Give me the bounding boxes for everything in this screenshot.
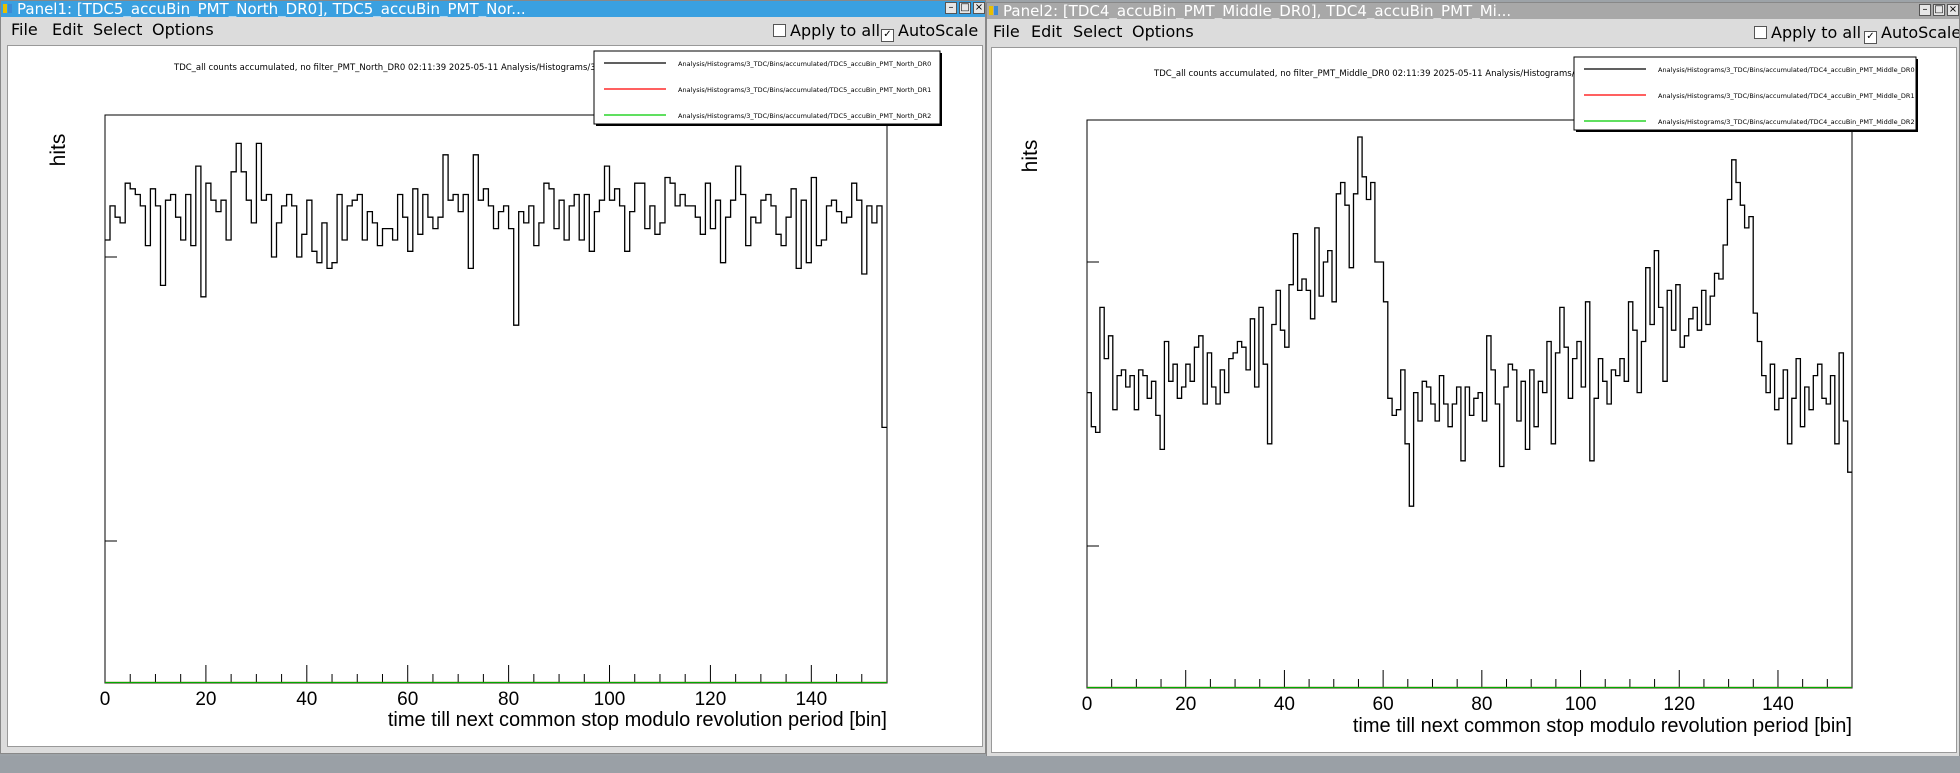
apply-to-all-checkbox[interactable]: Apply to all	[773, 21, 880, 40]
maximize-icon[interactable]: □	[1933, 4, 1945, 16]
close-icon[interactable]: ×	[1947, 4, 1959, 16]
histogram-canvas[interactable]: TDC_all counts accumulated, no filter_PM…	[991, 47, 1957, 753]
plot-header: TDC_all counts accumulated, no filter_PM…	[173, 63, 606, 73]
panel-2-title: Panel2: [TDC4_accuBin_PMT_Middle_DR0], T…	[1003, 3, 1512, 19]
x-tick-label: 60	[1373, 694, 1394, 715]
minimize-icon[interactable]: –	[945, 2, 957, 14]
x-tick-label: 80	[498, 689, 519, 710]
panel-2-window: Panel2: [TDC4_accuBin_PMT_Middle_DR0], T…	[986, 2, 1960, 758]
legend-label-dr0: Analysis/Histograms/3_TDC/Bins/accumulat…	[1658, 66, 1915, 74]
x-axis-label: time till next common stop modulo revolu…	[1353, 715, 1852, 737]
app-icon	[989, 6, 998, 15]
checkbox-checked-icon[interactable]: ✓	[1864, 31, 1877, 44]
x-tick-label: 100	[594, 689, 626, 710]
panel-2-titlebar[interactable]: Panel2: [TDC4_accuBin_PMT_Middle_DR0], T…	[987, 3, 1959, 19]
x-tick-label: 120	[695, 689, 727, 710]
menu-file[interactable]: File	[11, 20, 38, 39]
x-tick-label: 140	[1762, 694, 1794, 715]
autoscale-checkbox[interactable]: ✓ AutoScale	[881, 21, 978, 42]
x-tick-label: 0	[1082, 694, 1093, 715]
menu-options[interactable]: Options	[1132, 22, 1194, 41]
x-tick-label: 20	[1175, 694, 1196, 715]
histogram-plot[interactable]: TDC_all counts accumulated, no filter_PM…	[992, 48, 1958, 754]
x-tick-label: 40	[296, 689, 317, 710]
menu-edit[interactable]: Edit	[52, 20, 83, 39]
x-tick-label: 0	[100, 689, 111, 710]
maximize-icon[interactable]: □	[959, 2, 971, 14]
x-tick-label: 60	[397, 689, 418, 710]
plot-header: TDC_all counts accumulated, no filter_PM…	[1153, 69, 1590, 79]
histogram-series-dr0	[105, 142, 887, 429]
y-axis-label: hits	[47, 134, 70, 167]
panel-1-menubar: File Edit Select Options Apply to all ✓ A…	[1, 17, 985, 42]
app-icon	[3, 4, 12, 13]
histogram-series-dr0	[1087, 136, 1852, 507]
x-tick-label: 20	[195, 689, 216, 710]
checkbox-icon[interactable]	[773, 24, 786, 37]
histogram-plot[interactable]: TDC_all counts accumulated, no filter_PM…	[8, 46, 984, 748]
legend-label-dr1: Analysis/Histograms/3_TDC/Bins/accumulat…	[1658, 92, 1915, 100]
x-tick-label: 40	[1274, 694, 1295, 715]
menu-edit[interactable]: Edit	[1031, 22, 1062, 41]
apply-to-all-checkbox[interactable]: Apply to all	[1754, 23, 1861, 42]
panel-1-titlebar[interactable]: Panel1: [TDC5_accuBin_PMT_North_DR0], TD…	[1, 1, 985, 17]
close-icon[interactable]: ×	[973, 2, 985, 14]
x-tick-label: 140	[795, 689, 827, 710]
autoscale-label: AutoScale	[898, 21, 979, 40]
menu-select[interactable]: Select	[1073, 22, 1122, 41]
autoscale-checkbox[interactable]: ✓ AutoScale	[1864, 23, 1960, 44]
panel-1-title: Panel1: [TDC5_accuBin_PMT_North_DR0], TD…	[17, 1, 526, 17]
x-tick-label: 80	[1471, 694, 1492, 715]
panel-1-window: Panel1: [TDC5_accuBin_PMT_North_DR0], TD…	[0, 0, 986, 754]
checkbox-checked-icon[interactable]: ✓	[881, 29, 894, 42]
apply-to-all-label: Apply to all	[790, 21, 881, 40]
legend-label-dr2: Analysis/Histograms/3_TDC/Bins/accumulat…	[678, 112, 931, 120]
menu-file[interactable]: File	[993, 22, 1020, 41]
menu-select[interactable]: Select	[93, 20, 142, 39]
checkbox-icon[interactable]	[1754, 26, 1767, 39]
x-tick-label: 100	[1565, 694, 1597, 715]
legend-label-dr2: Analysis/Histograms/3_TDC/Bins/accumulat…	[1658, 118, 1915, 126]
panel-2-menubar: File Edit Select Options Apply to all ✓ A…	[987, 19, 1960, 44]
histogram-canvas[interactable]: TDC_all counts accumulated, no filter_PM…	[7, 45, 983, 747]
legend-label-dr1: Analysis/Histograms/3_TDC/Bins/accumulat…	[678, 86, 931, 94]
y-axis-label: hits	[1019, 140, 1042, 173]
autoscale-label: AutoScale	[1881, 23, 1960, 42]
legend-label-dr0: Analysis/Histograms/3_TDC/Bins/accumulat…	[678, 60, 931, 68]
desktop-statusbar	[0, 756, 1960, 773]
x-tick-label: 120	[1663, 694, 1695, 715]
menu-options[interactable]: Options	[152, 20, 214, 39]
x-axis-label: time till next common stop modulo revolu…	[388, 709, 887, 731]
apply-to-all-label: Apply to all	[1771, 23, 1862, 42]
minimize-icon[interactable]: –	[1919, 4, 1931, 16]
